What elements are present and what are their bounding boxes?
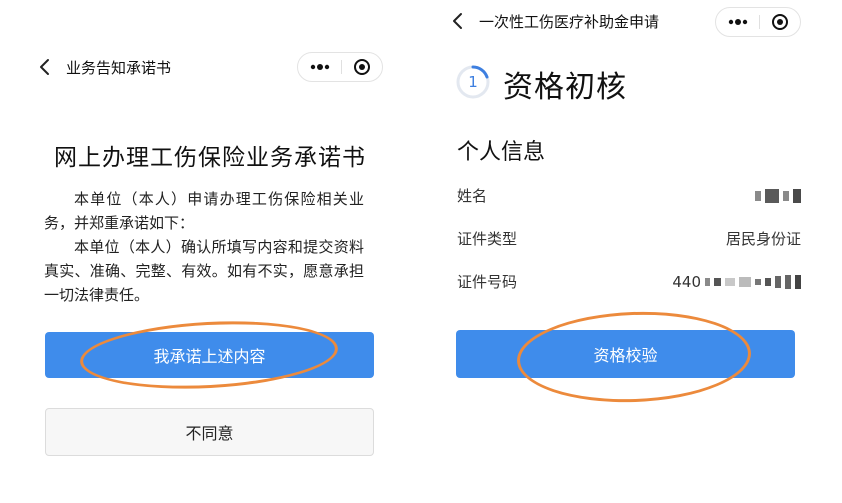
more-dots-icon[interactable] — [716, 8, 759, 36]
info-value: 居民身份证 — [725, 230, 801, 248]
more-dots-icon[interactable] — [298, 53, 341, 81]
document-paragraph-2: 本单位（本人）确认所填写内容和提交资料真实、准确、完整、有效。如有不实，愿意承担… — [44, 238, 364, 304]
miniprogram-capsule — [297, 52, 383, 82]
close-target-icon[interactable] — [342, 53, 383, 81]
info-row-id-type: 证件类型 居民身份证 — [457, 224, 801, 254]
nav-title: 一次性工伤医疗补助金申请 — [479, 13, 660, 31]
back-arrow-icon[interactable] — [447, 10, 469, 32]
info-row-name: 姓名 — [457, 181, 801, 211]
commitment-screen: 业务告知承诺书 网上办理工伤保险业务承诺书 本单位（本人）申请办理工伤保险相关业… — [0, 0, 420, 503]
close-target-icon[interactable] — [760, 8, 801, 36]
document-body: 本单位（本人）申请办理工伤保险相关业务，并郑重承诺如下： 本单位（本人）确认所填… — [44, 187, 364, 307]
document-title: 网上办理工伤保险业务承诺书 — [54, 145, 366, 171]
nav-title: 业务告知承诺书 — [66, 59, 172, 77]
info-label: 证件号码 — [457, 273, 518, 291]
id-number-prefix: 440 — [672, 273, 701, 291]
document-paragraph-1: 本单位（本人）申请办理工伤保险相关业务，并郑重承诺如下： — [44, 190, 364, 232]
redacted-name-value — [755, 187, 801, 205]
back-arrow-icon[interactable] — [34, 56, 56, 78]
miniprogram-capsule — [715, 7, 801, 37]
qualification-screen: 一次性工伤医疗补助金申请 1 资格初核 个人信息 姓名 证件类型 居民身份证 证… — [425, 0, 842, 503]
step-title: 资格初核 — [503, 70, 627, 105]
disagree-button[interactable]: 不同意 — [45, 408, 374, 456]
verify-qualification-button[interactable]: 资格校验 — [456, 330, 795, 378]
agree-button[interactable]: 我承诺上述内容 — [45, 332, 374, 378]
info-label: 证件类型 — [457, 230, 518, 248]
info-label: 姓名 — [457, 187, 488, 205]
section-title: 个人信息 — [457, 140, 546, 165]
step-number: 1 — [468, 73, 478, 91]
info-row-id-number: 证件号码 440 — [457, 267, 801, 297]
redacted-id-value: 440 — [672, 273, 801, 291]
